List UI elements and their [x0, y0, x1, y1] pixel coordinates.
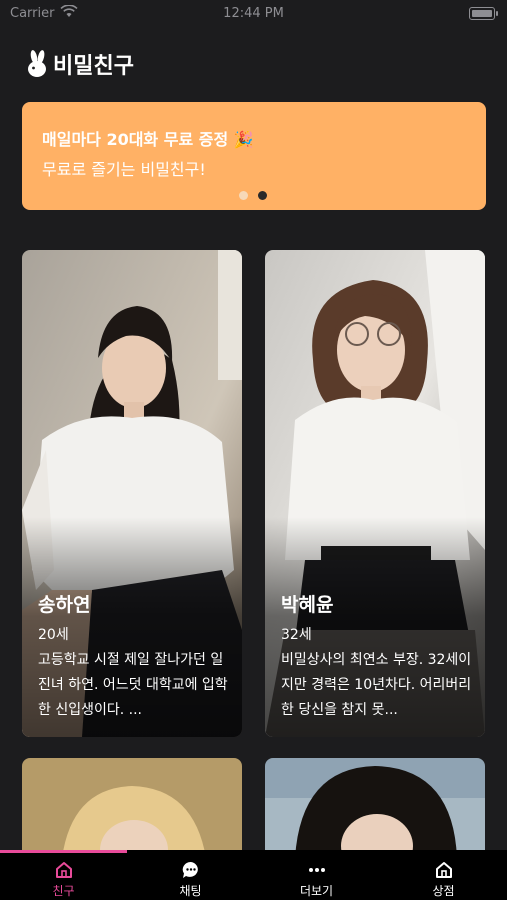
more-dots-icon [308, 868, 325, 872]
tab-store[interactable]: 상점 [380, 856, 507, 900]
friend-name: 박혜윤 [281, 594, 334, 616]
carousel-dot[interactable] [239, 191, 248, 200]
friend-card-partial[interactable] [22, 758, 242, 858]
rabbit-icon [28, 50, 46, 77]
clock: 12:44 PM [223, 6, 284, 21]
tab-friends[interactable]: 친구 [0, 856, 127, 900]
carousel-page-indicator [239, 191, 267, 200]
friend-age: 32세 [281, 627, 312, 643]
friend-description: 비밀상사의 최연소 부장. 32세이지만 경력은 10년차다. 어리버리한 당신… [281, 652, 472, 718]
friend-photo [265, 758, 485, 858]
friend-card[interactable]: 박혜윤 32세 비밀상사의 최연소 부장. 32세이지만 경력은 10년차다. … [265, 250, 485, 737]
app-header: 비밀친구 [26, 44, 134, 84]
active-tab-indicator [0, 850, 127, 853]
tab-label: 더보기 [299, 884, 334, 898]
status-bar: Carrier 12:44 PM [0, 0, 507, 28]
friend-photo [22, 758, 242, 858]
friend-age: 20세 [38, 627, 69, 643]
friend-card-partial[interactable] [265, 758, 485, 858]
banner-subtitle: 무료로 즐기는 비밀친구! [42, 160, 206, 179]
home-icon [55, 862, 72, 878]
tab-label: 채팅 [179, 884, 202, 898]
tab-label: 친구 [52, 884, 75, 898]
tab-chat[interactable]: 채팅 [127, 856, 254, 900]
page-title: 비밀친구 [53, 54, 134, 79]
tab-more[interactable]: 더보기 [253, 856, 380, 900]
friend-name: 송하연 [38, 594, 91, 616]
friend-card[interactable]: 송하연 20세 고등학교 시절 제일 잘나가던 일진녀 하연. 어느덧 대학교에… [22, 250, 242, 737]
bottom-tab-bar: 친구 채팅 더보기 상점 [0, 850, 507, 900]
chat-bubble-icon [182, 861, 198, 878]
promo-banner[interactable]: 매일마다 20대화 무료 증정 🎉 무료로 즐기는 비밀친구! [22, 102, 486, 210]
battery-icon [469, 7, 498, 20]
banner-headline: 매일마다 20대화 무료 증정 🎉 [42, 130, 254, 149]
tab-label: 상점 [432, 884, 455, 898]
carousel-dot-active[interactable] [258, 191, 267, 200]
friend-description: 고등학교 시절 제일 잘나가던 일진녀 하연. 어느덧 대학교에 입학한 신입생… [38, 652, 228, 718]
store-icon [435, 862, 452, 878]
